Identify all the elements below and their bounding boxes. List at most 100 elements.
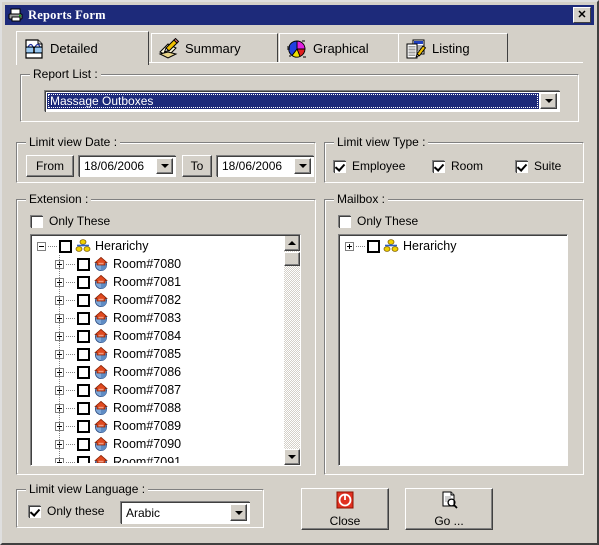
scroll-thumb[interactable] [284,252,300,266]
checkbox-suite[interactable]: Suite [515,159,561,173]
tab-graphical[interactable]: Graphical [279,33,414,63]
report-list-combobox[interactable]: Massage Outboxes [44,90,560,112]
scroll-down-button[interactable] [284,449,300,465]
language-only-these-box[interactable] [28,504,41,518]
date-from-value: 18/06/2006 [84,159,145,173]
mailbox-root-checkbox[interactable] [367,239,380,253]
window-title: Reports Form [28,7,106,22]
document-glasses-icon [23,38,45,60]
go-button[interactable]: Go ... [405,488,493,530]
date-from-button[interactable]: From [26,155,74,177]
tree-item-room-7080[interactable]: Room#7080 [33,255,298,273]
close-icon[interactable]: ✕ [573,7,591,23]
tree-item-room-7088[interactable]: Room#7088 [33,399,298,417]
language-only-these-checkbox[interactable]: Only these [28,504,104,518]
tree-item-room-7091[interactable]: Room#7091 [33,453,298,463]
tree-item-room-7083[interactable]: Room#7083 [33,309,298,327]
mailbox-only-these-box[interactable] [338,214,351,228]
date-to-dropdown-arrow[interactable] [294,158,311,174]
checkbox-room[interactable]: Room [432,159,483,173]
tree-item-checkbox[interactable] [77,401,90,415]
date-from-dropdown-arrow[interactable] [156,158,173,174]
tree-item-checkbox[interactable] [77,275,90,289]
room-icon [93,328,109,344]
tree-connector-dots [66,353,75,355]
tree-connector-dots [66,389,75,391]
tree-item-checkbox[interactable] [77,455,90,463]
tree-item-room-7089[interactable]: Room#7089 [33,417,298,435]
checkbox-room-label: Room [451,159,484,173]
tree-item-checkbox[interactable] [77,437,90,451]
mailbox-only-these-checkbox[interactable]: Only These [338,214,418,228]
extension-treeview[interactable]: Herarichy Room#7080 Room#7081 Room#7082 Roo… [30,234,301,466]
titlebar: Reports Form ✕ [5,5,594,25]
tab-strip: Detailed Summary Graphical Listing [16,31,583,65]
tree-item-checkbox[interactable] [77,257,90,271]
tab-summary[interactable]: Summary [151,33,278,63]
report-list-title: Report List : [30,67,101,81]
language-combobox[interactable]: Arabic [120,501,250,524]
tab-detailed[interactable]: Detailed [16,31,149,65]
tree-connector-dots [66,461,75,463]
tab-listing[interactable]: Listing [398,33,508,63]
tree-item-label: Room#7085 [113,347,182,361]
tree-item-checkbox[interactable] [77,329,90,343]
extension-tree-scrollbar[interactable] [284,235,300,465]
client-area: Detailed Summary Graphical Listing Repor… [5,27,594,541]
language-dropdown-arrow[interactable] [230,504,247,521]
tree-item-label: Room#7081 [113,275,182,289]
mailbox-treeview[interactable]: Herarichy [338,234,568,466]
limit-view-language-group: Limit view Language : Only these Arabic [16,482,264,528]
tree-item-room-7090[interactable]: Room#7090 [33,435,298,453]
tree-expander-plus-icon[interactable] [345,241,354,251]
tree-item-checkbox[interactable] [77,383,90,397]
mailbox-root-node[interactable]: Herarichy [341,237,565,255]
mailbox-group: Mailbox : Only These Herarichy [324,192,584,475]
close-button[interactable]: Close [301,488,389,530]
tree-item-room-7086[interactable]: Room#7086 [33,363,298,381]
tree-expander-minus-icon[interactable] [37,241,46,251]
tree-item-label: Room#7087 [113,383,182,397]
checkbox-employee-box[interactable] [333,159,346,173]
scroll-track[interactable] [284,251,300,449]
tree-item-checkbox[interactable] [77,365,90,379]
date-to-picker[interactable]: 18/06/2006 [216,155,314,177]
tree-root-checkbox[interactable] [59,239,72,253]
preview-document-icon [440,491,458,512]
scroll-up-button[interactable] [284,235,300,251]
tree-root-label: Herarichy [95,239,149,253]
tree-item-room-7082[interactable]: Room#7082 [33,291,298,309]
tree-connector-dots [66,443,75,445]
tree-item-label: Room#7088 [113,401,182,415]
room-icon [93,292,109,308]
tree-connector-dots [66,335,75,337]
tree-item-checkbox[interactable] [77,419,90,433]
checkbox-room-box[interactable] [432,159,445,173]
date-to-button[interactable]: To [182,155,212,177]
limit-view-type-title: Limit view Type : [334,135,429,149]
report-list-dropdown-arrow[interactable] [540,93,557,109]
tree-item-checkbox[interactable] [77,347,90,361]
extension-only-these-checkbox[interactable]: Only These [30,214,110,228]
tab-graphical-label: Graphical [313,41,369,56]
tree-item-room-7085[interactable]: Room#7085 [33,345,298,363]
language-only-these-label: Only these [47,504,105,518]
close-button-label: Close [329,513,361,528]
extension-only-these-box[interactable] [30,214,43,228]
tree-item-room-7084[interactable]: Room#7084 [33,327,298,345]
room-icon [93,436,109,452]
checkbox-suite-box[interactable] [515,159,528,173]
checkbox-suite-label: Suite [534,159,562,173]
tree-item-room-7087[interactable]: Room#7087 [33,381,298,399]
tree-root-node[interactable]: Herarichy [33,237,298,255]
tree-connector-dots [48,245,57,247]
date-from-picker[interactable]: 18/06/2006 [78,155,176,177]
tree-item-label: Room#7091 [113,455,182,463]
tree-item-room-7081[interactable]: Room#7081 [33,273,298,291]
checkbox-employee[interactable]: Employee [333,159,405,173]
tree-item-label: Room#7083 [113,311,182,325]
tree-item-checkbox[interactable] [77,293,90,307]
report-list-selected-value: Massage Outboxes [47,93,539,109]
tree-item-checkbox[interactable] [77,311,90,325]
language-selected-value: Arabic [126,505,161,520]
